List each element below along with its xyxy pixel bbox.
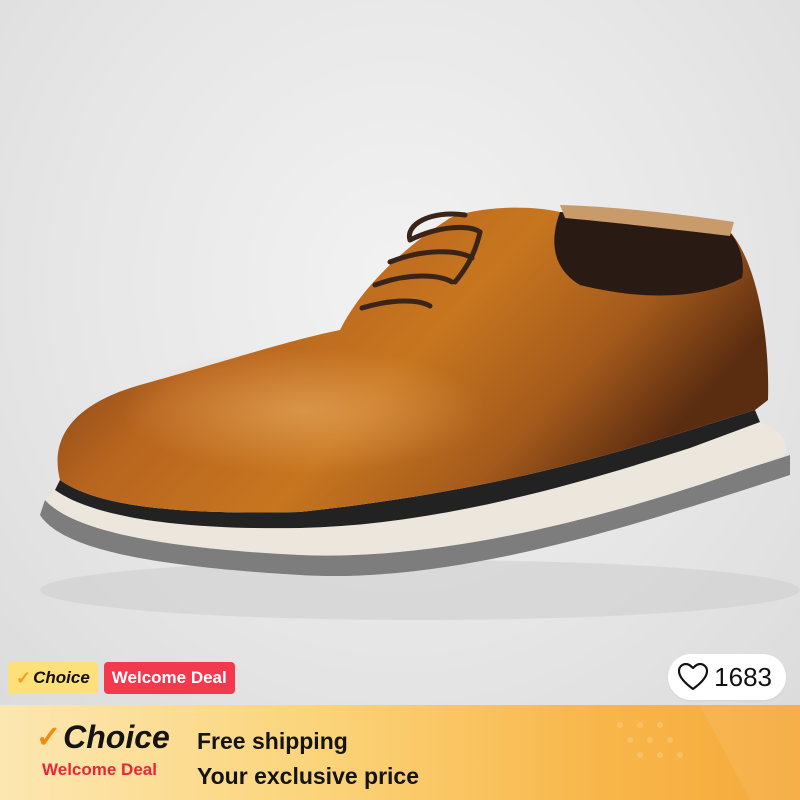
checkmark-icon: ✓ xyxy=(16,667,32,688)
free-shipping-text: Free shipping xyxy=(197,728,348,754)
banner-benefits: Free shipping Your exclusive price xyxy=(197,724,419,794)
banner-choice-logo: ✓ Choice xyxy=(36,719,186,756)
heart-icon xyxy=(678,663,709,691)
welcome-deal-label: Welcome Deal xyxy=(111,668,227,687)
welcome-deal-badge: Welcome Deal xyxy=(103,662,235,694)
shoe-illustration xyxy=(40,205,800,620)
badge-row: ✓ Choice Welcome Deal xyxy=(8,662,235,694)
wishlist-button[interactable]: 1683 xyxy=(668,654,786,700)
choice-badge: ✓ Choice xyxy=(8,662,98,694)
banner-pattern-icon xyxy=(617,705,800,800)
banner-brand: ✓ Choice Welcome Deal xyxy=(36,719,186,780)
banner-welcome-deal: Welcome Deal xyxy=(42,760,157,779)
exclusive-price-text: Your exclusive price xyxy=(197,763,420,789)
wishlist-count: 1683 xyxy=(714,661,772,692)
checkmark-icon: ✓ xyxy=(36,721,62,754)
choice-promo-banner[interactable]: ✓ Choice Welcome Deal Free shipping Your… xyxy=(0,705,800,800)
choice-badge-label: Choice xyxy=(33,668,90,687)
product-image[interactable] xyxy=(0,0,800,705)
banner-choice-label: Choice xyxy=(63,719,170,755)
